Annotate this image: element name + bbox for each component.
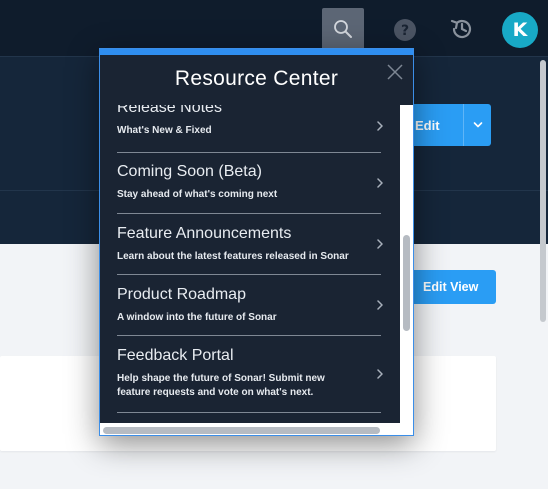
help-button[interactable]: ?: [392, 17, 418, 43]
resource-item-description: Stay ahead of what's coming next: [117, 189, 278, 200]
svg-text:?: ?: [401, 23, 409, 39]
close-icon[interactable]: [386, 63, 404, 81]
edit-view-label: Edit View: [423, 280, 479, 294]
chevron-down-icon: [473, 122, 482, 128]
edit-dropdown-toggle[interactable]: [463, 104, 491, 146]
resource-item-title: Product Roadmap: [117, 286, 246, 303]
resource-item-coming-soon[interactable]: Coming Soon (Beta) Stay ahead of what's …: [117, 153, 383, 214]
resource-list: Release Notes What's New & Fixed Coming …: [100, 105, 400, 413]
history-button[interactable]: [448, 15, 476, 43]
resource-item-title: Feedback Portal: [117, 347, 234, 364]
resource-item-description: What's New & Fixed: [117, 125, 212, 136]
resource-list-viewport: Release Notes What's New & Fixed Coming …: [100, 105, 400, 423]
chevron-right-icon: [377, 178, 383, 188]
user-avatar[interactable]: K: [502, 12, 538, 48]
resource-item-product-roadmap[interactable]: Product Roadmap A window into the future…: [117, 275, 383, 336]
chevron-right-icon: [377, 369, 383, 379]
chevron-right-icon: [377, 120, 383, 131]
history-icon: [450, 19, 472, 39]
resource-center-modal: Resource Center Release Notes What's New…: [99, 48, 414, 436]
help-icon: ?: [394, 19, 416, 41]
page-scrollbar[interactable]: [540, 60, 546, 322]
chevron-right-icon: [377, 239, 383, 249]
modal-header: Resource Center: [100, 55, 413, 105]
edit-button[interactable]: Edit: [405, 104, 491, 146]
resource-item-description: Help shape the future of Sonar! Submit n…: [117, 373, 325, 398]
resource-item-title: Coming Soon (Beta): [117, 163, 262, 180]
resource-item-title: Feature Announcements: [117, 225, 292, 242]
resource-item-description: Learn about the latest features released…: [117, 251, 349, 262]
modal-horizontal-scroll-thumb[interactable]: [103, 427, 380, 434]
resource-item-feedback-portal[interactable]: Feedback Portal Help shape the future of…: [117, 336, 383, 413]
resource-item-release-notes[interactable]: Release Notes What's New & Fixed: [117, 105, 383, 153]
resource-item-feature-announcements[interactable]: Feature Announcements Learn about the la…: [117, 214, 383, 275]
chevron-right-icon: [377, 300, 383, 310]
edit-button-label: Edit: [415, 117, 440, 133]
resource-item-title: Release Notes: [117, 105, 222, 116]
search-icon: [334, 20, 352, 38]
modal-vertical-scroll-thumb[interactable]: [403, 235, 410, 331]
resource-item-description: A window into the future of Sonar: [117, 312, 277, 323]
modal-title: Resource Center: [174, 67, 339, 90]
search-button[interactable]: [322, 8, 364, 50]
